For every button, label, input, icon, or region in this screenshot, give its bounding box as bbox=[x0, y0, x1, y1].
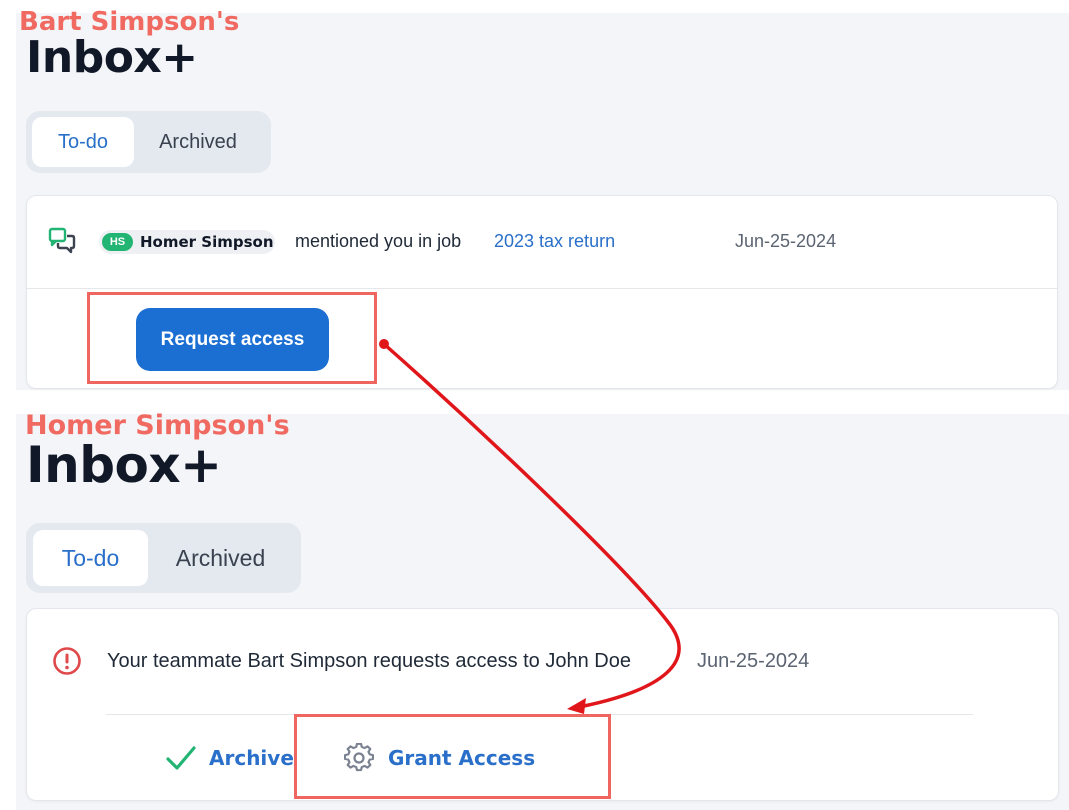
tab-todo[interactable]: To-do bbox=[32, 117, 134, 167]
user-badge[interactable]: HS Homer Simpson bbox=[99, 230, 275, 254]
notification-date: Jun-25-2024 bbox=[735, 231, 837, 251]
access-request-message: Your teammate Bart Simpson requests acce… bbox=[107, 650, 631, 672]
card-divider bbox=[27, 288, 1057, 289]
request-access-highlight-box bbox=[87, 292, 377, 384]
tab-archived[interactable]: Archived bbox=[134, 117, 262, 167]
homer-inbox-title: Inbox+ bbox=[26, 436, 222, 494]
bart-inbox-tabs: To-do Archived bbox=[26, 111, 271, 173]
user-avatar-initials: HS bbox=[102, 233, 133, 251]
archive-label: Archive bbox=[209, 746, 294, 770]
mention-action-text: mentioned you in job bbox=[295, 231, 462, 251]
homer-inbox-tabs: To-do Archived bbox=[26, 523, 301, 593]
alert-circle-icon bbox=[53, 647, 81, 675]
tab-archived[interactable]: Archived bbox=[148, 530, 293, 586]
notification-date: Jun-25-2024 bbox=[697, 650, 810, 672]
grant-access-highlight-box bbox=[294, 714, 611, 799]
tab-todo[interactable]: To-do bbox=[33, 530, 148, 586]
job-link[interactable]: 2023 tax return bbox=[494, 231, 615, 252]
chat-bubbles-icon bbox=[48, 227, 76, 254]
check-icon bbox=[166, 746, 196, 770]
archive-button[interactable]: Archive bbox=[165, 740, 294, 776]
bart-inbox-title: Inbox+ bbox=[26, 32, 198, 83]
user-name: Homer Simpson bbox=[140, 233, 274, 251]
